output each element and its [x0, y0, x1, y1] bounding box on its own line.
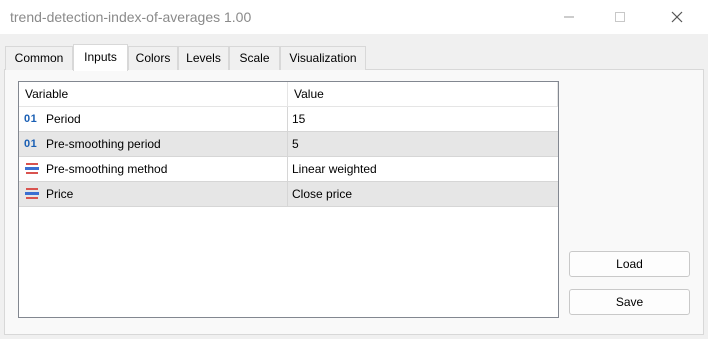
variable-value[interactable]: Linear weighted	[292, 157, 377, 181]
table-row[interactable]: 01 Period 15	[19, 107, 558, 132]
column-divider[interactable]	[557, 82, 558, 106]
tab-colors[interactable]: Colors	[128, 46, 178, 70]
int-type-icon: 01	[24, 113, 38, 125]
tab-visualization[interactable]: Visualization	[280, 46, 366, 70]
minimize-button[interactable]	[546, 0, 592, 34]
tab-inputs[interactable]: Inputs	[73, 44, 128, 71]
int-type-icon: 01	[24, 138, 38, 150]
maximize-button[interactable]	[597, 0, 643, 34]
maximize-icon	[615, 12, 625, 22]
cell-divider	[287, 182, 288, 206]
close-icon	[671, 11, 683, 23]
variable-name: Price	[46, 187, 74, 201]
enum-type-icon	[25, 163, 39, 174]
tab-scale[interactable]: Scale	[229, 46, 280, 70]
close-button[interactable]	[654, 0, 700, 34]
load-button[interactable]: Load	[569, 251, 690, 277]
title-bar: trend-detection-index-of-averages 1.00	[0, 0, 708, 34]
variable-value[interactable]: Close price	[292, 182, 352, 206]
cell-divider	[287, 157, 288, 181]
variable-value[interactable]: 15	[292, 107, 305, 131]
tab-levels[interactable]: Levels	[178, 46, 229, 70]
cell-divider	[287, 107, 288, 131]
table-row[interactable]: Price Close price	[19, 182, 558, 207]
inputs-grid[interactable]: Variable Value 01 Period 15 01 Pre-smoot…	[18, 81, 559, 318]
table-row[interactable]: 01 Pre-smoothing period 5	[19, 132, 558, 157]
tab-common[interactable]: Common	[5, 46, 73, 70]
column-header-variable[interactable]: Variable	[19, 82, 68, 106]
minimize-icon	[564, 16, 574, 18]
cell-divider	[287, 132, 288, 156]
save-button[interactable]: Save	[569, 289, 690, 315]
variable-name: Pre-smoothing period	[46, 137, 161, 151]
variable-name: Period	[46, 112, 81, 126]
column-header-value[interactable]: Value	[288, 82, 324, 106]
grid-header: Variable Value	[19, 82, 558, 107]
window-title: trend-detection-index-of-averages 1.00	[10, 9, 252, 25]
variable-value[interactable]: 5	[292, 132, 299, 156]
variable-name: Pre-smoothing method	[46, 162, 168, 176]
table-row[interactable]: Pre-smoothing method Linear weighted	[19, 157, 558, 182]
enum-type-icon	[25, 188, 39, 199]
